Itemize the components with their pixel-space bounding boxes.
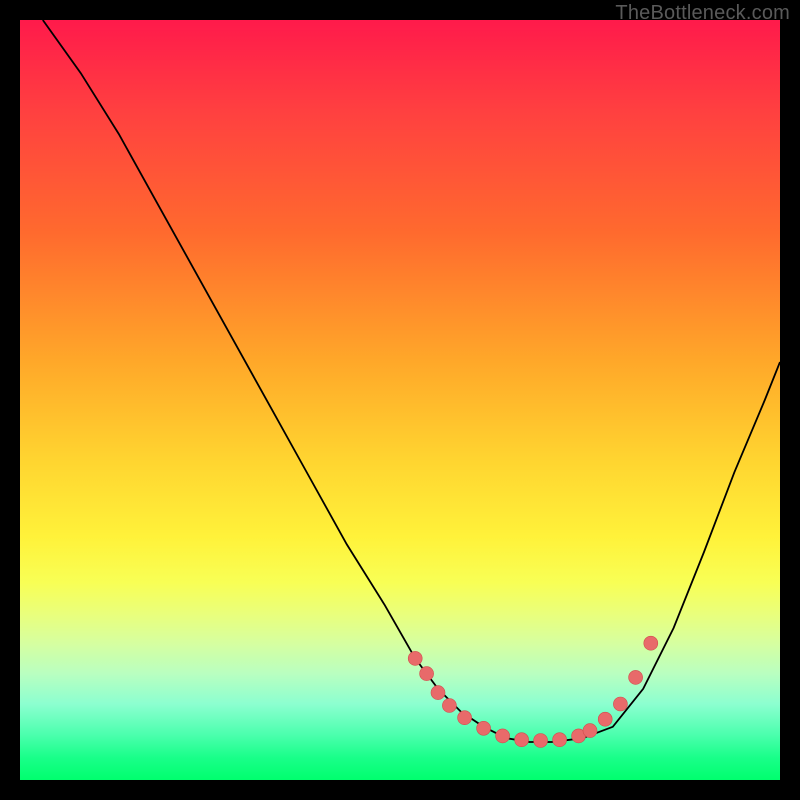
curve-marker: [408, 651, 422, 665]
curve-marker: [477, 721, 491, 735]
curve-markers: [20, 20, 780, 780]
curve-marker: [629, 670, 643, 684]
curve-marker: [583, 724, 597, 738]
plot-area: [20, 20, 780, 780]
curve-marker: [534, 734, 548, 748]
curve-marker: [613, 697, 627, 711]
curve-marker: [431, 686, 445, 700]
chart-stage: TheBottleneck.com: [0, 0, 800, 800]
curve-marker: [442, 699, 456, 713]
curve-marker: [458, 711, 472, 725]
curve-marker: [420, 667, 434, 681]
curve-marker: [644, 636, 658, 650]
curve-marker: [515, 733, 529, 747]
curve-marker: [598, 712, 612, 726]
curve-marker: [553, 733, 567, 747]
curve-marker: [496, 729, 510, 743]
